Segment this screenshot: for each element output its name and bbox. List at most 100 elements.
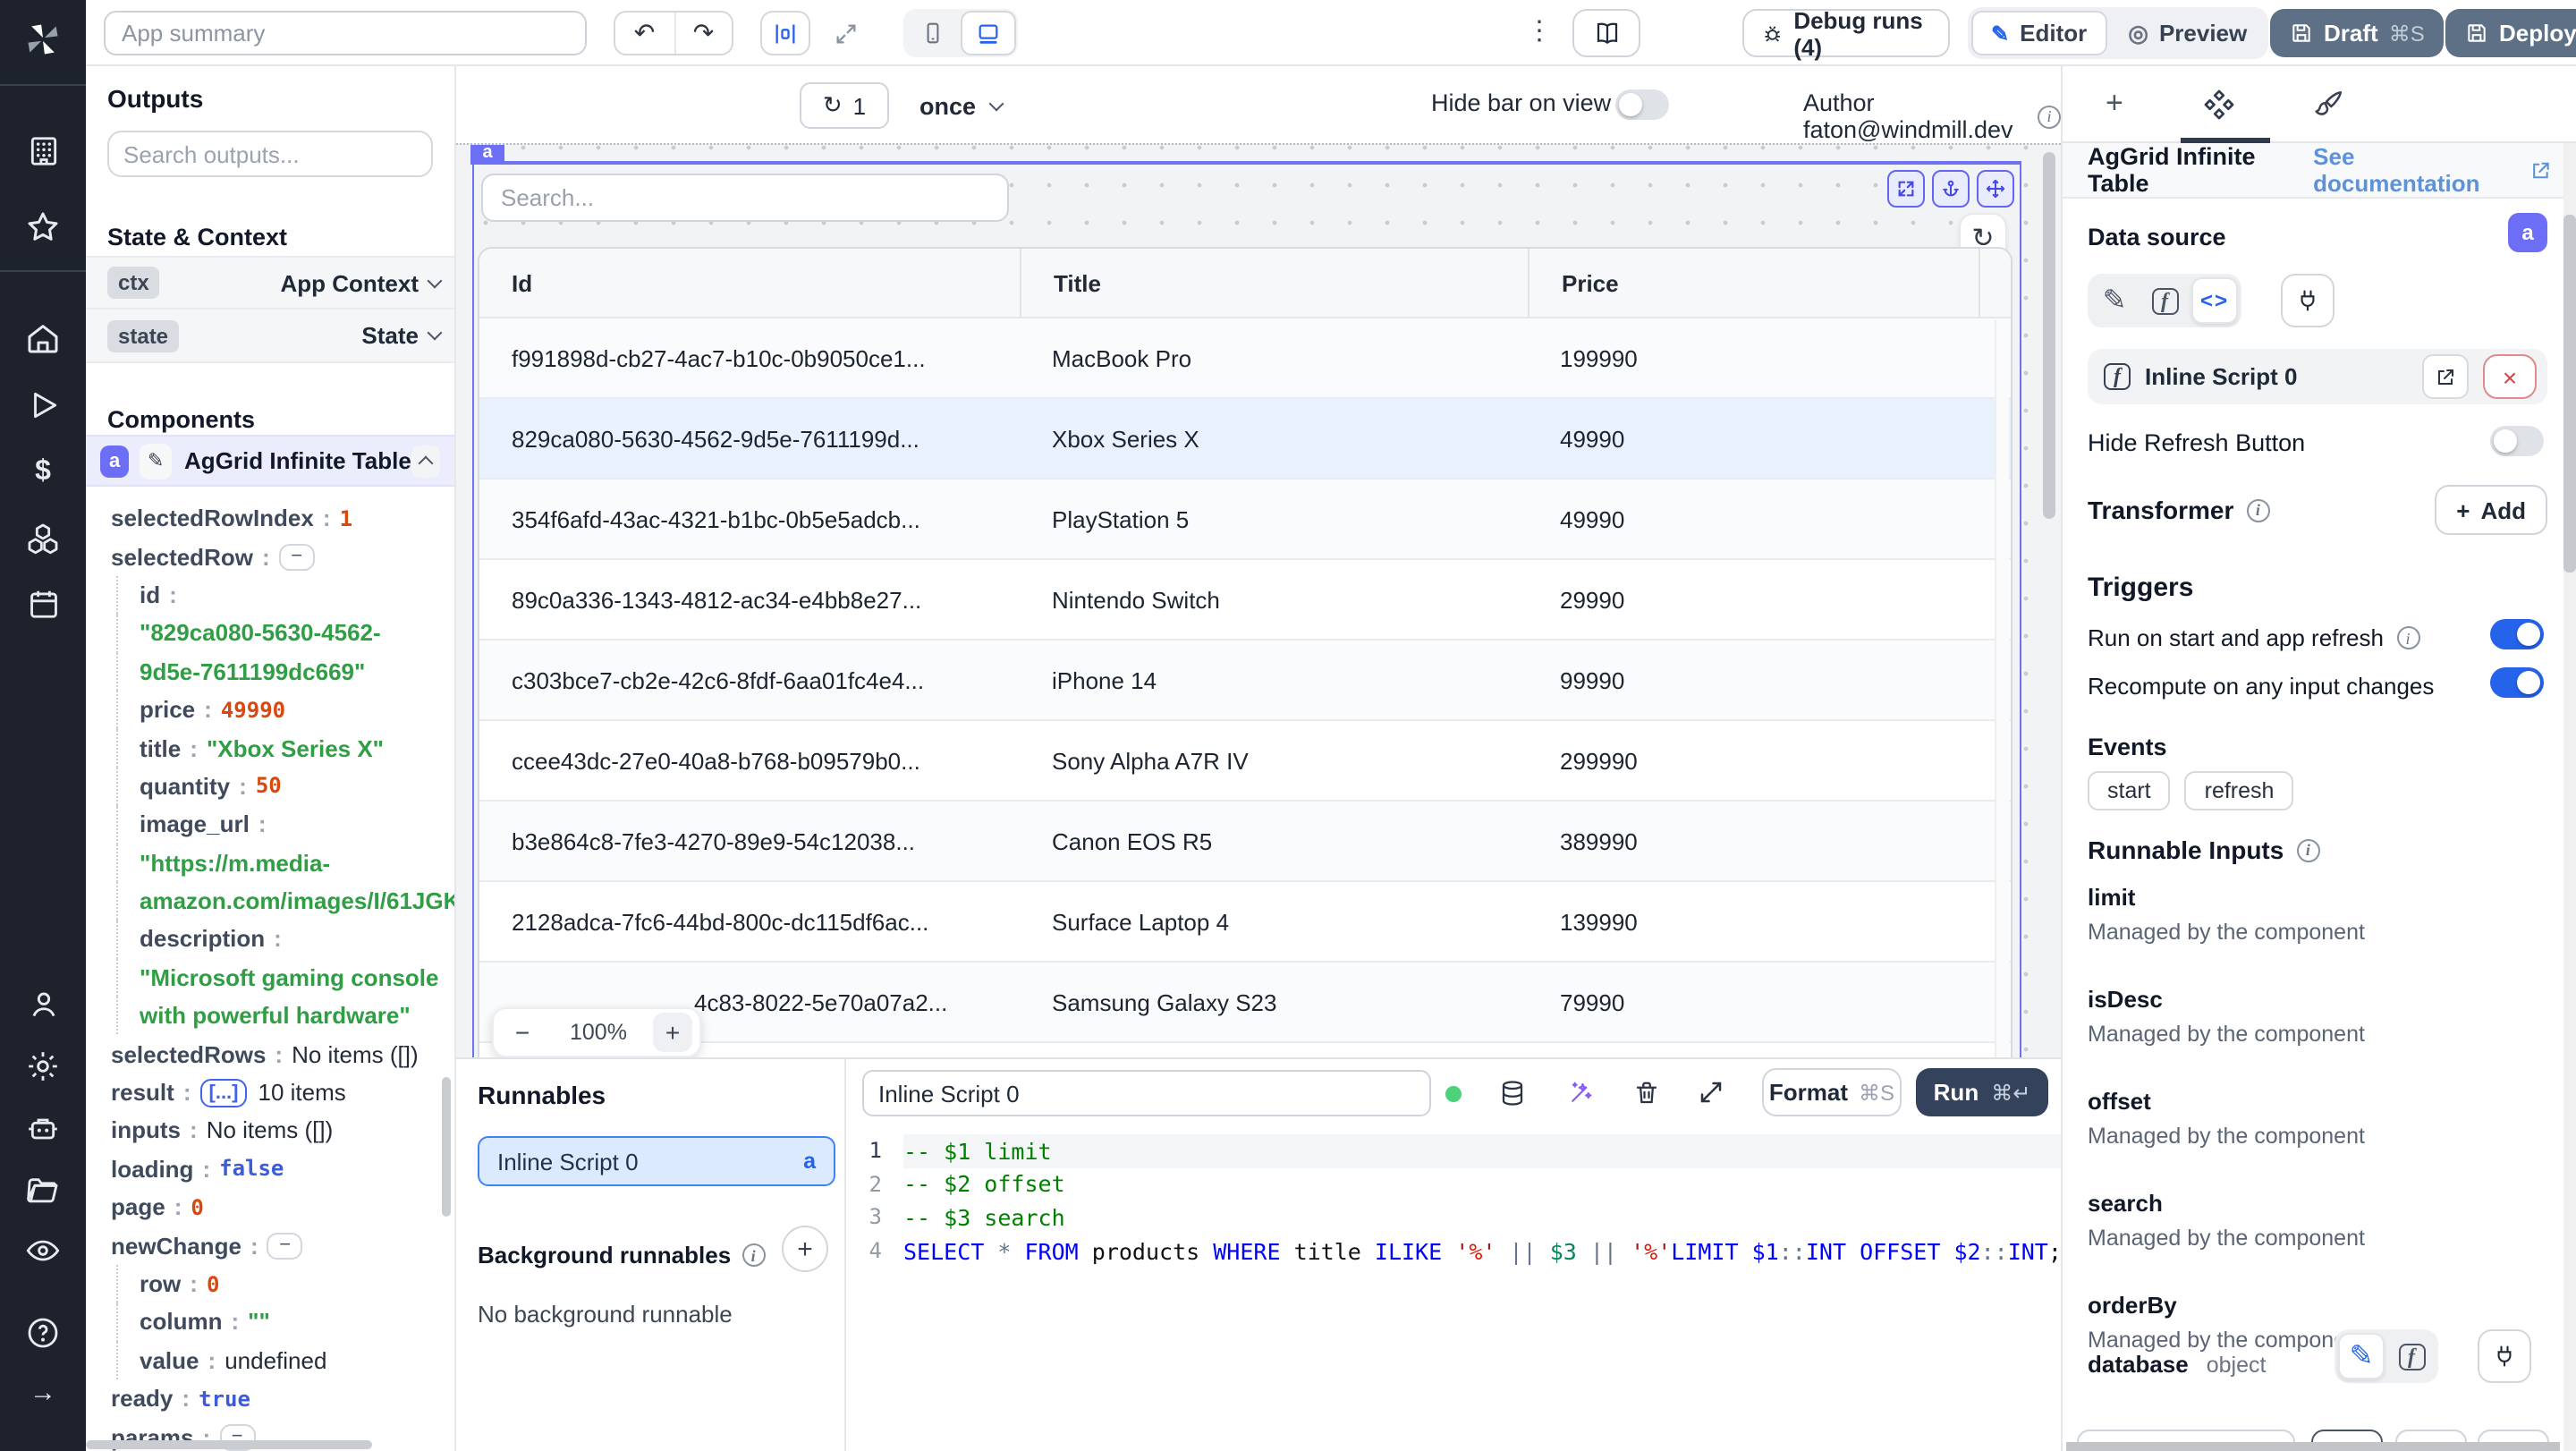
refresh-count-button[interactable]: ↻ 1	[800, 82, 889, 129]
resources-cubes-icon[interactable]	[21, 517, 64, 560]
table-row[interactable]: 4c83-8022-5e70a07a2... Samsung Galaxy S2…	[479, 963, 2011, 1043]
runs-play-icon[interactable]	[21, 383, 64, 426]
hide-refresh-toggle[interactable]	[2490, 426, 2544, 456]
debug-runs-button[interactable]: Debug runs (4)	[1742, 6, 1950, 60]
undo-button[interactable]: ↶	[615, 13, 674, 54]
move-component-button[interactable]	[1977, 170, 2014, 208]
edit-pencil-mode-button[interactable]: ✎	[2091, 277, 2138, 324]
anchor-component-button[interactable]	[1932, 170, 1970, 208]
array-expand-button[interactable]: [...]	[199, 1078, 248, 1107]
column-header-id[interactable]: Id	[479, 249, 1020, 317]
output-tree-row[interactable]: quantity : − [...] 50	[86, 767, 454, 807]
collapse-chevron-button[interactable]	[411, 445, 440, 477]
windmill-logo-icon[interactable]	[21, 18, 64, 61]
component-settings-tab[interactable]	[2202, 88, 2236, 122]
workspace-building-icon[interactable]	[21, 129, 64, 172]
tab-preview[interactable]: ◎ Preview	[2110, 11, 2265, 55]
table-row[interactable]: f991898d-cb27-4ac7-b10c-0b9050ce1... Mac…	[479, 318, 2011, 399]
app-summary-input[interactable]	[104, 11, 587, 55]
output-tree-row[interactable]: page : − [...] 0	[86, 1188, 454, 1226]
info-icon[interactable]: i	[2038, 105, 2061, 128]
home-icon[interactable]	[21, 317, 64, 360]
expand-editor-icon[interactable]	[1698, 1079, 1724, 1106]
code-mode-button[interactable]: <>	[2191, 277, 2238, 324]
output-tree-row[interactable]: image_url : − [...]	[86, 805, 454, 844]
ctx-row[interactable]: ctx App Context	[86, 256, 454, 310]
collapse-sidebar-arrow-icon[interactable]: →	[21, 1370, 64, 1413]
static-fx-mode-button[interactable]: f	[2141, 277, 2188, 324]
runnable-item-inline-script-0[interactable]: Inline Script 0 a	[478, 1136, 835, 1186]
styling-brush-tab[interactable]	[2313, 88, 2345, 120]
collapse-toggle[interactable]: −	[278, 543, 315, 571]
insert-component-plus-tab[interactable]: +	[2106, 86, 2123, 122]
rename-pencil-icon[interactable]: ✎	[140, 443, 173, 479]
event-chip[interactable]: start	[2088, 771, 2171, 810]
connect-plug-button[interactable]	[2478, 1329, 2531, 1383]
hide-bar-toggle[interactable]	[1615, 89, 1669, 120]
column-header-title[interactable]: Title	[1020, 249, 1528, 317]
output-tree-row[interactable]: newChange : − [...]	[86, 1226, 454, 1265]
settings-gear-icon[interactable]	[21, 1045, 64, 1088]
output-tree-row[interactable]: : − [...] "Microsoft gaming console	[86, 958, 454, 997]
output-tree-row[interactable]: : − [...] "829ca080-5630-4562-	[86, 614, 454, 653]
deploy-button[interactable]: Deploy	[2445, 9, 2576, 57]
draft-save-button[interactable]: Draft ⌘S	[2270, 9, 2445, 57]
output-tree-row[interactable]: selectedRowIndex : − [...] 1	[86, 499, 454, 538]
output-tree-row[interactable]: : − [...] amazon.com/images/I/61JGKhq	[86, 881, 454, 921]
component-tree-item[interactable]: a ✎ AgGrid Infinite Table	[86, 435, 454, 487]
expand-layout-button[interactable]	[821, 11, 871, 55]
output-tree-row[interactable]: : − [...] "https://m.media-	[86, 844, 454, 883]
chevron-down-icon[interactable]	[427, 272, 443, 288]
output-tree-row[interactable]: price : − [...] 49990	[86, 690, 454, 730]
workers-robot-icon[interactable]	[21, 1107, 64, 1150]
expand-component-button[interactable]	[1887, 170, 1925, 208]
docs-book-button[interactable]	[1572, 9, 1640, 57]
output-tree-row[interactable]: ready : − [...] true	[86, 1379, 454, 1418]
static-fx-mode-button[interactable]: f	[2388, 1333, 2435, 1379]
zoom-out-button[interactable]: −	[501, 1013, 544, 1052]
edit-pencil-mode-button[interactable]: ✎	[2338, 1333, 2385, 1379]
folders-icon[interactable]	[21, 1170, 64, 1213]
table-row[interactable]: 829ca080-5630-4562-9d5e-7611199d... Xbox…	[479, 399, 2011, 479]
help-icon[interactable]	[21, 1311, 64, 1354]
output-tree-row[interactable]: loading : − [...] false	[86, 1150, 454, 1188]
info-icon[interactable]: i	[2296, 838, 2320, 861]
outputs-horizontal-scrollbar[interactable]	[86, 1440, 372, 1449]
audit-eye-icon[interactable]	[21, 1229, 64, 1272]
schedules-calendar-icon[interactable]	[21, 581, 64, 624]
open-script-external-button[interactable]	[2422, 354, 2469, 399]
center-align-button[interactable]	[760, 11, 810, 55]
outputs-search-input[interactable]	[107, 131, 433, 177]
run-on-start-toggle[interactable]	[2490, 619, 2544, 649]
app-canvas[interactable]: a ↻ Id Title Price	[456, 143, 2061, 1057]
runnable-input-item[interactable]: offset Managed by the component	[2088, 1088, 2551, 1190]
attached-script-row[interactable]: f Inline Script 0 ×	[2088, 349, 2547, 404]
see-documentation-link[interactable]: See documentation	[2313, 143, 2551, 197]
schedule-select[interactable]: once	[919, 82, 1004, 129]
output-tree-row[interactable]: id : − [...]	[86, 575, 454, 615]
detach-script-close-button[interactable]: ×	[2483, 354, 2537, 399]
table-row[interactable]: 354f6afd-43ac-4321-b1bc-0b5e5adcb... Pla…	[479, 479, 2011, 560]
output-tree-row[interactable]: : − [...] with powerful hardware"	[86, 997, 454, 1036]
collapse-toggle[interactable]: −	[267, 1232, 303, 1260]
output-tree-row[interactable]: title : − [...] "Xbox Series X"	[86, 728, 454, 768]
table-row[interactable]: 89c0a336-1343-4812-ac34-e4bb8e27... Nint…	[479, 560, 2011, 641]
runnable-input-item[interactable]: isDesc Managed by the component	[2088, 986, 2551, 1088]
inspector-horizontal-scrollbar[interactable]	[2066, 1442, 2560, 1451]
recompute-toggle[interactable]	[2490, 667, 2544, 698]
script-name-input[interactable]	[862, 1070, 1431, 1116]
database-icon[interactable]	[1499, 1079, 1526, 1107]
variables-dollar-icon[interactable]: $	[21, 451, 64, 494]
output-tree-row[interactable]: value : − [...] undefined	[86, 1341, 454, 1380]
table-search-input[interactable]	[481, 174, 1009, 222]
zoom-in-button[interactable]: +	[653, 1013, 692, 1052]
delete-trash-icon[interactable]	[1633, 1079, 1660, 1107]
redo-button[interactable]: ↷	[674, 13, 732, 54]
info-icon[interactable]: i	[2246, 498, 2270, 522]
table-row[interactable]: c303bce7-cb2e-42c6-8fdf-6aa01fc4e4... iP…	[479, 641, 2011, 721]
inspector-scrollbar[interactable]	[2563, 143, 2576, 1451]
table-row[interactable]: b3e864c8-7fe3-4270-89e9-54c12038... Cano…	[479, 802, 2011, 882]
more-menu-kebab-icon[interactable]: ⋮	[1526, 14, 1553, 47]
table-row[interactable]	[479, 1043, 2011, 1057]
tab-editor[interactable]: ✎ Editor	[1971, 11, 2107, 55]
